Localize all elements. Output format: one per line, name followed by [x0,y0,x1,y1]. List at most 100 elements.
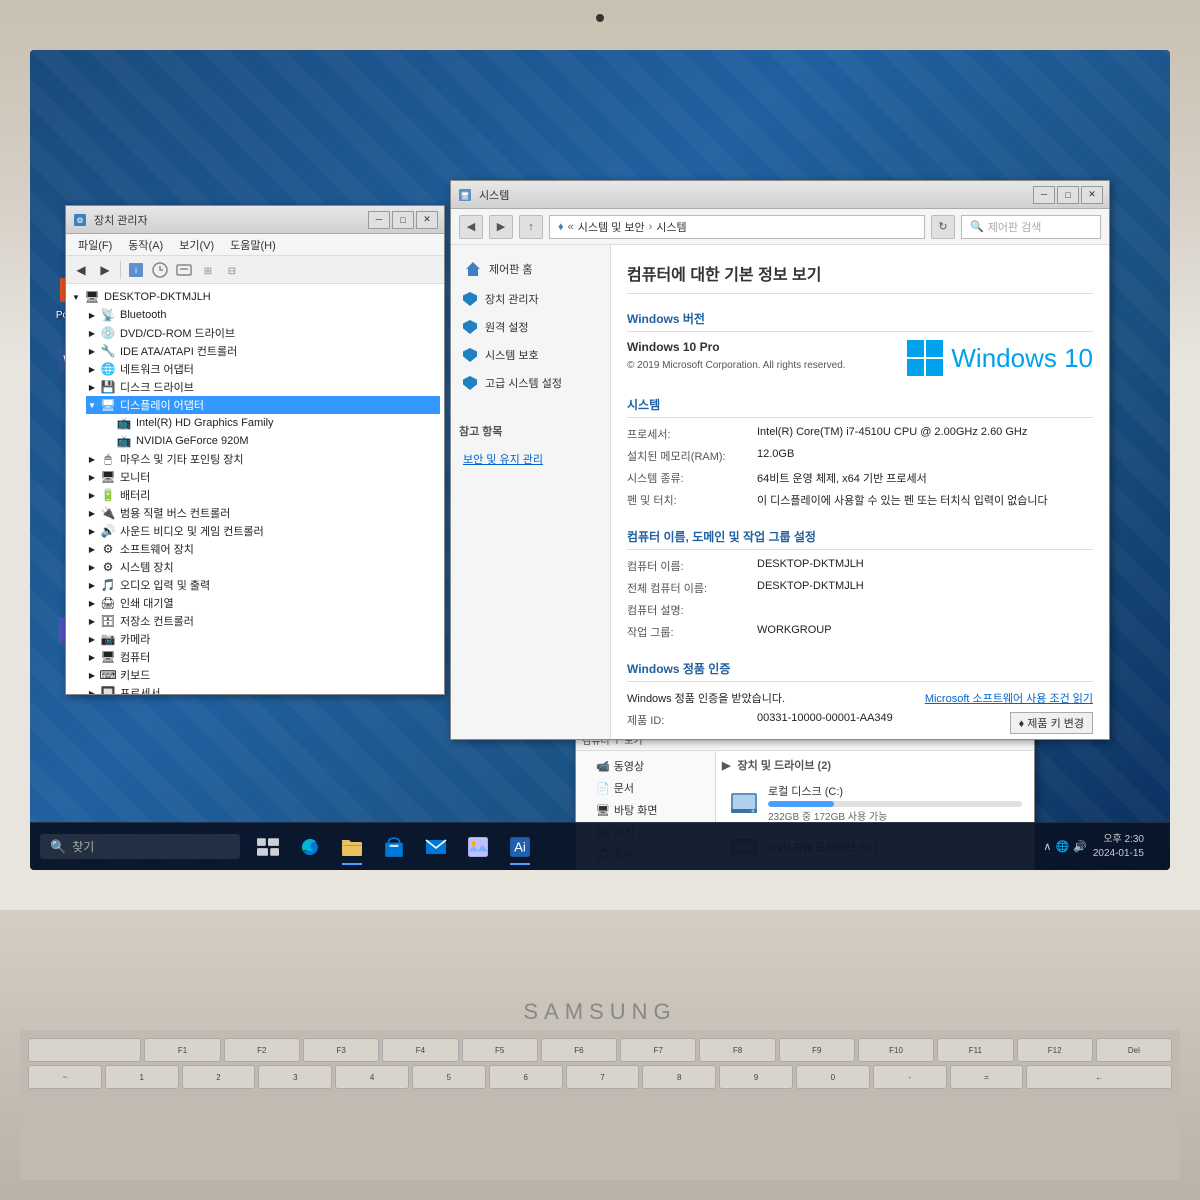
key-equal[interactable]: = [950,1065,1024,1089]
key-3[interactable]: 3 [258,1065,332,1089]
system-info-nav: ◀ ▶ ↑ ♦ « 시스템 및 보안 › 시스템 ↻ 🔍 제어판 검색 [451,209,1109,245]
menu-help[interactable]: 도움말(H) [222,235,284,255]
tree-usb[interactable]: ▶ 🔌 범용 직렬 버스 컨트롤러 [86,504,440,522]
sidebar-security[interactable]: 보안 및 유지 관리 [451,445,610,473]
minimize-button[interactable]: － [368,211,390,229]
tree-keyboard[interactable]: ▶ ⌨ 키보드 [86,666,440,684]
key-1[interactable]: 1 [105,1065,179,1089]
tray-expand[interactable]: ∧ [1043,840,1051,853]
key-f9[interactable]: F9 [779,1038,855,1062]
toolbar-forward[interactable]: ▶ [94,259,116,281]
menu-file[interactable]: 파일(F) [70,235,120,255]
sidebar-remote[interactable]: 원격 설정 [451,313,610,341]
toolbar-scan[interactable] [173,259,195,281]
maximize-button[interactable]: □ [392,211,414,229]
system-maximize-button[interactable]: □ [1057,186,1079,204]
tree-sound[interactable]: ▶ 🔊 사운드 비디오 및 게임 컨트롤러 [86,522,440,540]
key-f6[interactable]: F6 [541,1038,617,1062]
key-f8[interactable]: F8 [699,1038,775,1062]
taskbar-store[interactable] [374,827,414,867]
nav-up[interactable]: ↑ [519,215,543,239]
nav-search[interactable]: 🔍 제어판 검색 [961,215,1101,239]
system-minimize-button[interactable]: － [1033,186,1055,204]
nav-path[interactable]: ♦ « 시스템 및 보안 › 시스템 [549,215,925,239]
taskbar-taskview[interactable] [248,827,288,867]
key-tilde[interactable]: ~ [28,1065,102,1089]
nav-back[interactable]: ◀ [459,215,483,239]
taskbar-settings[interactable]: Ai [500,827,540,867]
tree-root[interactable]: ▼ 🖥 DESKTOP-DKTMJLH [70,288,440,306]
tree-software-dev[interactable]: ▶ ⚙ 소프트웨어 장치 [86,540,440,558]
change-key-btn[interactable]: ♦ 제품 키 변경 [1010,712,1093,734]
tree-intel-gpu[interactable]: 📺 Intel(R) HD Graphics Family [102,414,440,432]
nav-refresh[interactable]: ↻ [931,215,955,239]
nav-forward[interactable]: ▶ [489,215,513,239]
toolbar-update[interactable] [149,259,171,281]
key-f5[interactable]: F5 [462,1038,538,1062]
taskbar-photos[interactable] [458,827,498,867]
taskbar-file-explorer[interactable] [332,827,372,867]
key-fn[interactable] [28,1038,141,1062]
key-f11[interactable]: F11 [937,1038,1013,1062]
tree-nvidia[interactable]: 📺 NVIDIA GeForce 920M [102,432,440,450]
key-8[interactable]: 8 [642,1065,716,1089]
sidebar-home[interactable]: 제어판 홈 [451,253,610,285]
tree-storage[interactable]: ▶ 🗄 저장소 컨트롤러 [86,612,440,630]
key-f2[interactable]: F2 [224,1038,300,1062]
tree-display[interactable]: ▼ 🖥 디스플레이 어댑터 [86,396,440,414]
tree-system-dev[interactable]: ▶ ⚙ 시스템 장치 [86,558,440,576]
tree-ide[interactable]: ▶ 🔧 IDE ATA/ATAPI 컨트롤러 [86,342,440,360]
toolbar-properties[interactable]: i [125,259,147,281]
key-4[interactable]: 4 [335,1065,409,1089]
local-disk-c[interactable]: 로컬 디스크 (C:) 232GB 중 172GB 사용 가능 [722,779,1028,827]
sidebar-videos[interactable]: 📹 동영상 [576,755,715,777]
tree-monitor[interactable]: ▶ 🖥 모니터 [86,468,440,486]
tree-mouse[interactable]: ▶ 🖱 마우스 및 기타 포인팅 장치 [86,450,440,468]
key-f12[interactable]: F12 [1017,1038,1093,1062]
sidebar-device-manager[interactable]: 장치 관리자 [451,285,610,313]
device-manager-titlebar[interactable]: ⚙ 장치 관리자 － □ ✕ [66,206,444,234]
tree-processor[interactable]: ▶ 🔲 프로세서 [86,684,440,694]
close-button[interactable]: ✕ [416,211,438,229]
system-info-titlebar[interactable]: 🖥 시스템 － □ ✕ [451,181,1109,209]
tree-bluetooth[interactable]: ▶ 📡 Bluetooth [86,306,440,324]
tree-battery[interactable]: ▶ 🔋 배터리 [86,486,440,504]
tree-dvd[interactable]: ▶ 💿 DVD/CD-ROM 드라이브 [86,324,440,342]
taskbar-time[interactable]: 오후 2:30 2024-01-15 [1093,833,1144,861]
menu-action[interactable]: 동작(A) [120,235,171,255]
tree-camera[interactable]: ▶ 📷 카메라 [86,630,440,648]
sidebar-docs[interactable]: 📄 문서 [576,777,715,799]
toolbar-more2[interactable]: ⊟ [221,259,243,281]
tree-network[interactable]: ▶ 🌐 네트워크 어댑터 [86,360,440,378]
tree-computer[interactable]: ▶ 🖥 컴퓨터 [86,648,440,666]
system-close-button[interactable]: ✕ [1081,186,1103,204]
toolbar-back[interactable]: ◀ [70,259,92,281]
key-f3[interactable]: F3 [303,1038,379,1062]
sidebar-system-protect[interactable]: 시스템 보호 [451,341,610,369]
taskbar-search[interactable]: 🔍 찾기 [40,834,240,859]
key-f4[interactable]: F4 [382,1038,458,1062]
key-f10[interactable]: F10 [858,1038,934,1062]
key-5[interactable]: 5 [412,1065,486,1089]
tree-disk[interactable]: ▶ 💾 디스크 드라이브 [86,378,440,396]
taskbar-edge[interactable] [290,827,330,867]
key-minus[interactable]: - [873,1065,947,1089]
sidebar-advanced[interactable]: 고급 시스템 설정 [451,369,610,397]
key-backspace[interactable]: ← [1026,1065,1172,1089]
key-7[interactable]: 7 [566,1065,640,1089]
key-9[interactable]: 9 [719,1065,793,1089]
tree-print[interactable]: ▶ 🖨 인쇄 대기열 [86,594,440,612]
key-6[interactable]: 6 [489,1065,563,1089]
key-2[interactable]: 2 [182,1065,256,1089]
taskbar-mail[interactable] [416,827,456,867]
key-f1[interactable]: F1 [144,1038,220,1062]
key-0[interactable]: 0 [796,1065,870,1089]
sidebar-desktop[interactable]: 🖥 바탕 화면 [576,799,715,821]
tree-audio-io[interactable]: ▶ 🎵 오디오 입력 및 출력 [86,576,440,594]
key-f7[interactable]: F7 [620,1038,696,1062]
key-del[interactable]: Del [1096,1038,1172,1062]
device-manager-window: ⚙ 장치 관리자 － □ ✕ 파일(F) 동작(A) 보기(V) 도움말(H) [65,205,445,695]
toolbar-more1[interactable]: ⊞ [197,259,219,281]
menu-view[interactable]: 보기(V) [171,235,222,255]
activation-link[interactable]: Microsoft 소프트웨어 사용 조건 읽기 [925,690,1093,706]
